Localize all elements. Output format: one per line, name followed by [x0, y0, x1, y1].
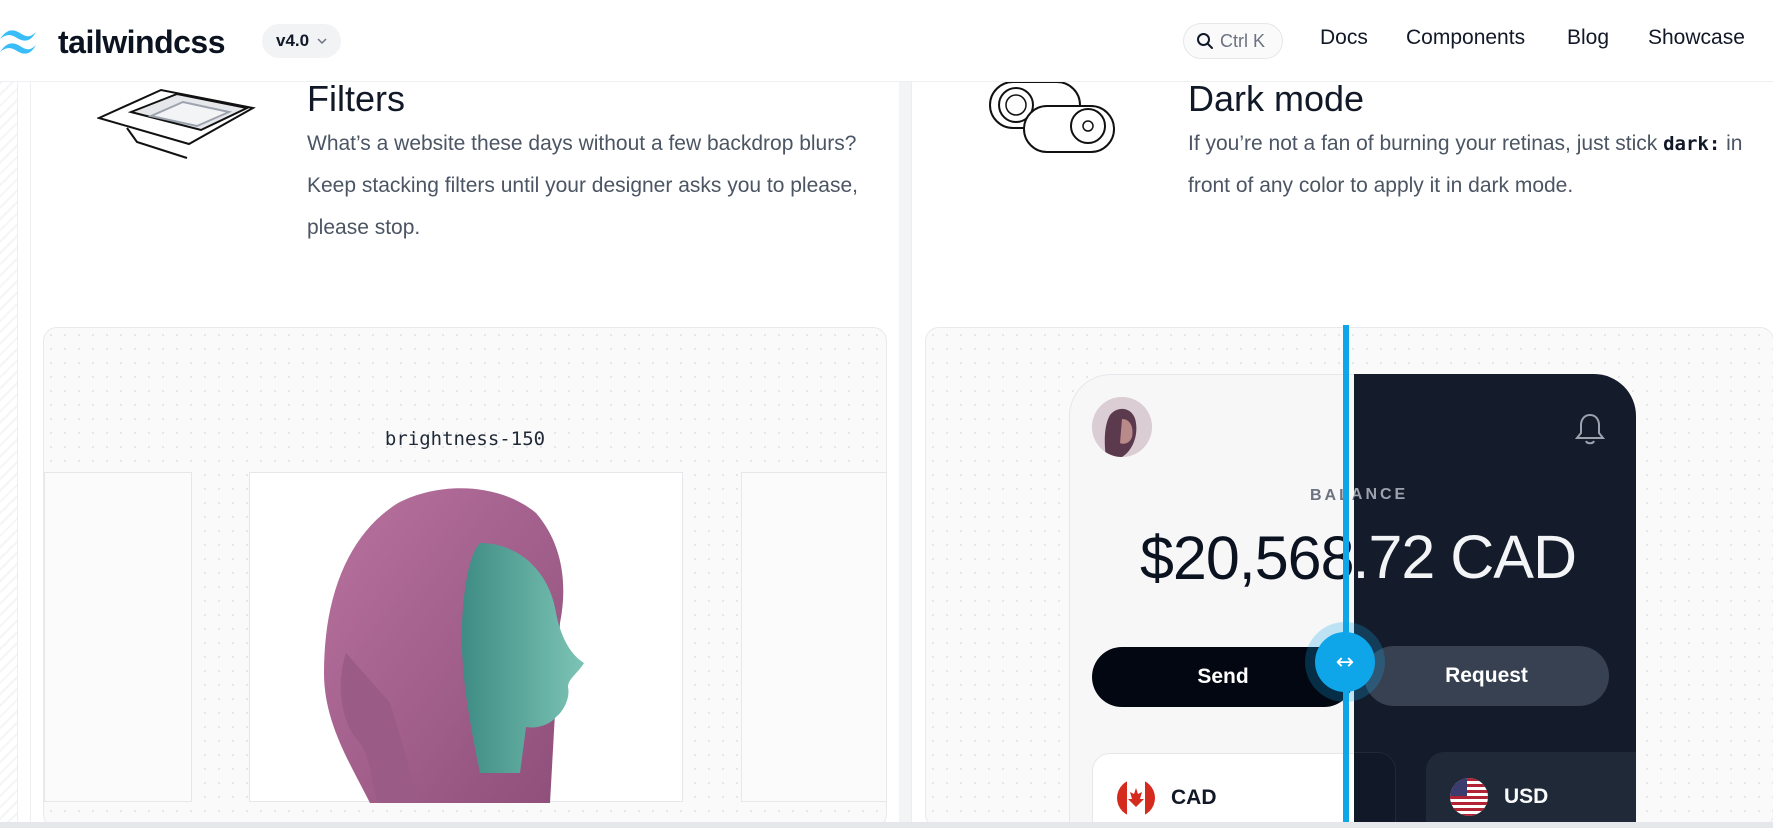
version-label: v4.0 — [276, 31, 310, 50]
top-header: tailwindcss v4.0 Ctrl K Docs Components … — [0, 0, 1773, 82]
column-divider — [899, 82, 911, 828]
portrait-image — [324, 488, 584, 803]
dark-mode-desc-part1: If you’re not a fan of burning your reti… — [1188, 132, 1658, 155]
phone-light-mode: BALANCE $20,568.72 CAD Send CAD — [1069, 374, 1354, 827]
filters-title: Filters — [307, 78, 405, 119]
currency-cad-label: CAD — [1171, 786, 1217, 809]
filter-image-slot-center — [249, 472, 683, 803]
filters-demo: brightness-150 — [43, 327, 887, 828]
nav-components[interactable]: Components — [1406, 26, 1525, 50]
currency-card-usd[interactable]: USD — [1426, 752, 1636, 827]
filter-image-slot-right — [741, 472, 886, 802]
request-button[interactable]: Request — [1364, 646, 1609, 706]
nav-blog[interactable]: Blog — [1567, 26, 1609, 50]
dark-mode-description: If you’re not a fan of burning your reti… — [1188, 123, 1748, 207]
search-shortcut: Ctrl K — [1220, 30, 1265, 51]
arrows-horizontal-icon: ↔ — [1335, 649, 1355, 675]
currency-card-cad-dark — [1354, 752, 1396, 827]
toggle-switches-icon — [989, 81, 1115, 153]
logo-text: tailwindcss — [58, 23, 226, 60]
search-button[interactable]: Ctrl K — [1183, 23, 1283, 59]
tailwind-logo-icon — [0, 30, 36, 54]
comparison-slider-handle[interactable]: ↔ — [1315, 632, 1375, 692]
filter-image-slot-left — [44, 472, 192, 802]
search-icon — [1197, 33, 1213, 49]
version-selector[interactable]: v4.0 — [262, 24, 342, 58]
bottom-scrollbar-track — [0, 822, 1773, 828]
filters-section: Filters What’s a website these days with… — [30, 78, 899, 828]
chevron-down-icon — [317, 38, 327, 45]
dark-mode-section: Dark mode If you’re not a fan of burning… — [911, 78, 1773, 828]
usa-flag-icon — [1450, 778, 1488, 816]
balance-label-dark: BALANCE — [1354, 486, 1409, 503]
comparison-slider-line[interactable] — [1343, 325, 1349, 828]
canada-flag-icon — [1117, 779, 1155, 817]
currency-card-cad[interactable]: CAD — [1092, 753, 1354, 827]
balance-amount-dark: $20,568.72 CAD — [1354, 523, 1577, 591]
logo[interactable]: tailwindcss — [0, 22, 226, 62]
nav-showcase[interactable]: Showcase — [1648, 26, 1745, 50]
balance-amount: $20,568.72 CAD — [1140, 524, 1354, 592]
dark-code-snippet: dark: — [1663, 133, 1721, 155]
currency-usd-label: USD — [1504, 785, 1549, 808]
dark-mode-demo: BALANCE $20,568.72 CAD Send CAD BALANCE … — [925, 327, 1773, 828]
filters-description: What’s a website these days without a fe… — [307, 132, 858, 239]
filters-icon — [97, 88, 256, 159]
bell-icon[interactable] — [1574, 412, 1606, 446]
dark-mode-title: Dark mode — [1188, 78, 1365, 119]
avatar — [1092, 397, 1152, 457]
nav-docs[interactable]: Docs — [1320, 26, 1368, 50]
avatar-image — [1092, 397, 1152, 457]
filter-class-label: brightness-150 — [384, 428, 546, 450]
phone-dark-mode: BALANCE $20,568.72 CAD Request USD — [1354, 374, 1636, 827]
left-rail — [0, 82, 18, 828]
